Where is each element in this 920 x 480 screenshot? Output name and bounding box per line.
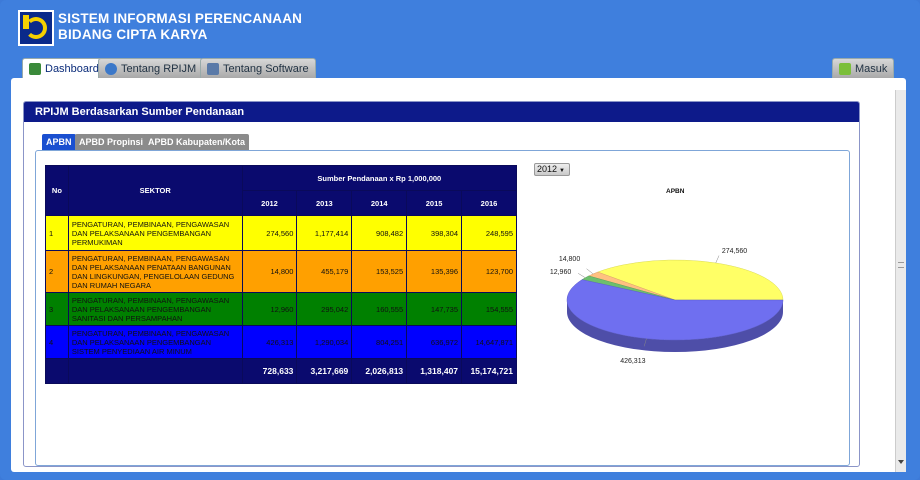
row-value: 154,555 [462,293,516,325]
vertical-scrollbar[interactable] [895,90,906,472]
year-select[interactable]: 2012 ▼ [534,163,570,176]
total-value: 3,217,669 [297,359,352,383]
row-value: 426,313 [242,326,297,358]
row-no: 3 [46,293,68,325]
year-header: 2012 [242,191,297,215]
total-value: 1,318,407 [407,359,462,383]
subtab-apbn[interactable]: APBN [42,134,76,150]
login-icon [839,62,851,75]
row-value: 908,482 [352,216,407,250]
table-row: 1 PENGATURAN, PEMBINAAN, PENGAWASAN DAN … [46,216,516,250]
table-row: 3 PENGATURAN, PEMBINAAN, PENGAWASAN DAN … [46,293,516,325]
col-group-header: Sumber Pendanaan x Rp 1,000,000 [242,166,516,190]
logo [18,10,54,46]
app-title-line2: BIDANG CIPTA KARYA [58,27,208,42]
row-value: 147,735 [407,293,462,325]
pie-slice-label: 12,960 [549,269,572,277]
pie-slice-label: 274,560 [721,247,748,255]
scrollbar-grip-icon[interactable] [898,262,904,268]
tab-tentang-software-label: Tentang Software [223,62,309,75]
tab-masuk-label: Masuk [855,62,888,75]
row-value: 14,800 [242,251,297,292]
totals-label [68,359,242,383]
section-title: RPIJM Berdasarkan Sumber Pendanaan [24,102,859,122]
info-icon [105,62,117,75]
row-value: 295,042 [297,293,352,325]
col-sektor-header: SEKTOR [68,166,242,215]
table-row: 4 PENGATURAN, PEMBINAAN, PENGAWASAN DAN … [46,326,516,358]
row-value: 123,700 [462,251,516,292]
row-sektor: PENGATURAN, PEMBINAAN, PENGAWASAN DAN PE… [68,251,242,292]
col-no-header: No [46,166,68,215]
row-sektor: PENGATURAN, PEMBINAAN, PENGAWASAN DAN PE… [68,326,242,358]
tab-dashboard[interactable]: Dashboard [22,58,106,79]
pie-slice-label: 426,313 [620,358,646,366]
pie-leader-line [715,255,720,264]
pie-leader-line [577,273,586,278]
row-value: 12,960 [242,293,297,325]
row-sektor: PENGATURAN, PEMBINAAN, PENGAWASAN DAN PE… [68,293,242,325]
tab-tentang-rpijm-label: Tentang RPIJM [121,62,197,75]
row-value: 804,251 [352,326,407,358]
tab-masuk[interactable]: Masuk [832,58,895,78]
pie-slice-label: 14,800 [558,256,581,264]
pie-leader-line [586,268,594,275]
tab-dashboard-label: Dashboard [45,63,99,75]
year-select-value: 2012 [537,164,558,174]
row-value: 1,290,034 [297,326,352,358]
total-value: 15,174,721 [462,359,516,383]
table-row: 2 PENGATURAN, PEMBINAAN, PENGAWASAN DAN … [46,251,516,292]
funding-table: No SEKTOR Sumber Pendanaan x Rp 1,000,00… [45,165,517,384]
tab-tentang-software[interactable]: Tentang Software [200,58,316,78]
year-header: 2013 [297,191,352,215]
app-title: SISTEM INFORMASI PERENCANAAN BIDANG CIPT… [58,11,302,43]
row-no: 1 [46,216,68,250]
row-value: 14,647,871 [462,326,516,358]
year-header: 2016 [462,191,516,215]
pie-title: APBN [666,188,685,195]
row-value: 153,525 [352,251,407,292]
row-value: 135,396 [407,251,462,292]
subtab-apbd-propinsi[interactable]: APBD Propinsi [75,134,148,150]
totals-row: 728,633 3,217,669 2,026,813 1,318,407 15… [46,359,516,383]
row-value: 455,179 [297,251,352,292]
row-value: 1,177,414 [297,216,352,250]
row-value: 248,595 [462,216,516,250]
row-value: 636,972 [407,326,462,358]
year-header: 2015 [407,191,462,215]
home-icon [29,63,41,75]
row-no: 4 [46,326,68,358]
total-value: 2,026,813 [352,359,407,383]
row-no: 2 [46,251,68,292]
totals-no [46,359,68,383]
software-icon [207,62,219,75]
year-header: 2014 [352,191,407,215]
row-sektor: PENGATURAN, PEMBINAAN, PENGAWASAN DAN PE… [68,216,242,250]
row-value: 160,555 [352,293,407,325]
dropdown-arrow-icon: ▼ [559,168,565,174]
pie-chart [566,255,784,352]
row-value: 398,304 [407,216,462,250]
scroll-down-icon[interactable] [898,460,904,464]
tab-tentang-rpijm[interactable]: Tentang RPIJM [98,58,204,78]
row-value: 274,560 [242,216,297,250]
total-value: 728,633 [242,359,297,383]
app-title-line1: SISTEM INFORMASI PERENCANAAN [58,11,303,26]
subtab-apbd-kabupaten-kota[interactable]: APBD Kabupaten/Kota [144,134,250,150]
app-window: SISTEM INFORMASI PERENCANAAN BIDANG CIPT… [0,0,920,480]
